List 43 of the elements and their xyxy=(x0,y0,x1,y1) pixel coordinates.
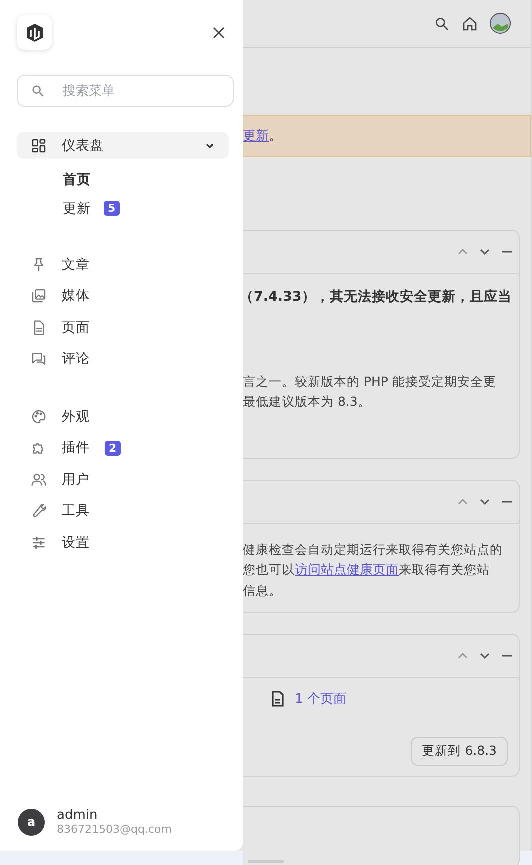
menu-item[interactable]: 评论 xyxy=(17,344,229,375)
count-badge: 5 xyxy=(104,201,120,216)
submenu-item[interactable]: 首页 xyxy=(17,165,229,194)
body-text: 健康检查会自动定期运行来取得有关您站点的 xyxy=(243,542,503,557)
site-health-link[interactable]: 访问站点健康页面 xyxy=(295,563,399,578)
update-button[interactable]: 更新到 6.8.3 xyxy=(411,737,508,766)
pages-link[interactable]: 1 个页面 xyxy=(295,690,346,708)
user-name: admin xyxy=(57,808,99,823)
body-text: 信息。 xyxy=(243,583,282,598)
user-avatar: a xyxy=(18,808,45,836)
menu-item[interactable]: 用户 xyxy=(17,464,229,496)
body-text: 最低建议版本为 8.3。 xyxy=(243,394,371,409)
palette-icon xyxy=(31,408,47,425)
search-icon xyxy=(31,84,45,98)
body-text: 言之一。较新版本的 PHP 能接受定期安全更 xyxy=(243,374,496,389)
submenu-item[interactable]: 更新 5 xyxy=(17,194,229,223)
user-email: 836721503@qq.com xyxy=(57,823,172,836)
menu-item[interactable]: 插件 2 xyxy=(17,432,229,464)
menu-item[interactable]: 仪表盘 xyxy=(17,132,229,159)
media-icon xyxy=(31,288,47,304)
body-text: 来取得有关您站 xyxy=(399,562,490,577)
avatar-icon[interactable] xyxy=(490,13,511,34)
wrench-icon xyxy=(31,503,47,520)
close-icon xyxy=(213,26,225,38)
menu-item[interactable]: 工具 xyxy=(17,496,229,527)
dashboard-icon xyxy=(31,138,47,154)
menu-item[interactable]: 文章 xyxy=(17,249,229,280)
menu-item[interactable]: 媒体 xyxy=(17,280,229,312)
sliders-icon xyxy=(31,534,47,551)
document-icon xyxy=(271,691,285,707)
body-text: 您也可以 xyxy=(243,562,295,577)
users-icon xyxy=(31,472,47,488)
menu-item[interactable]: 页面 xyxy=(17,312,229,344)
menu-item[interactable]: 外观 xyxy=(17,401,229,432)
search-field[interactable]: 搜索菜单 xyxy=(17,75,234,107)
comments-icon xyxy=(31,351,47,368)
notice-text: 。 xyxy=(269,128,282,145)
search-icon[interactable] xyxy=(434,16,450,32)
warning-text: （7.4.33），其无法接收安全更新，且应当 xyxy=(240,288,513,307)
menu-item[interactable]: 设置 xyxy=(17,527,229,558)
home-icon[interactable] xyxy=(462,16,478,32)
count-badge: 2 xyxy=(105,440,121,456)
update-link[interactable]: 更新 xyxy=(243,127,269,145)
